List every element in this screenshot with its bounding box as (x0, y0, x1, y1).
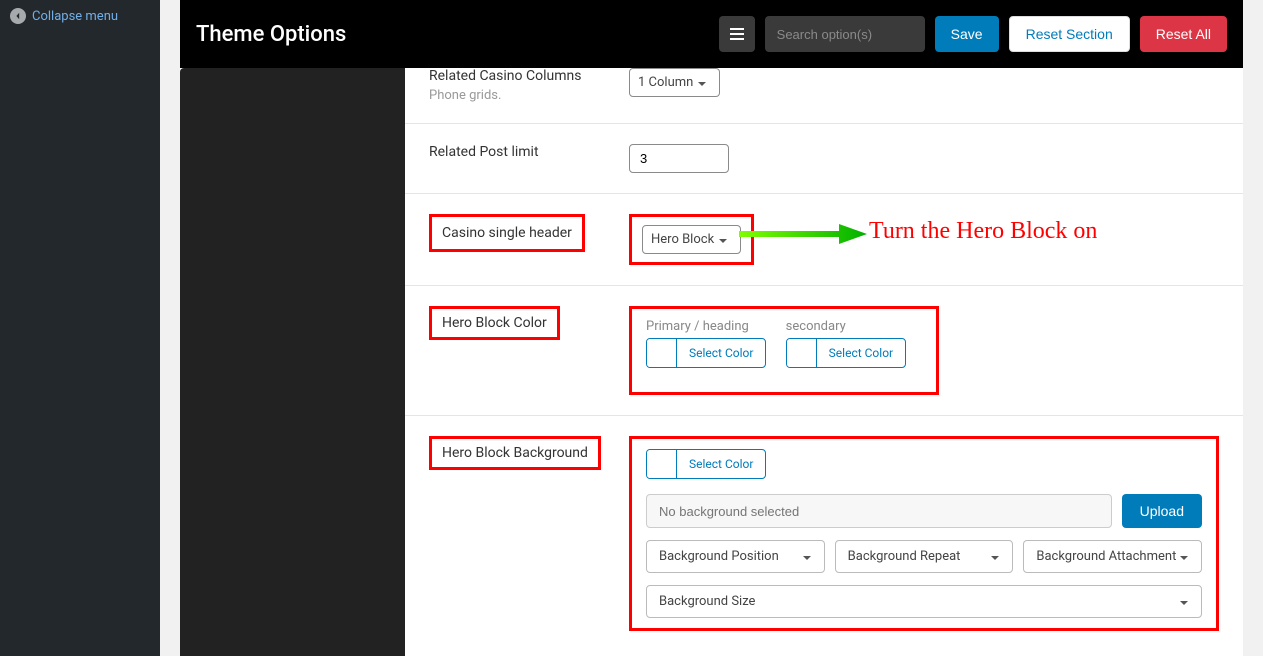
hero-color-secondary-picker[interactable]: Select Color (786, 338, 906, 368)
hero-color-primary-picker[interactable]: Select Color (646, 338, 766, 368)
hero-bg-file-input[interactable] (646, 494, 1112, 528)
bg-size-label: Background Size (659, 594, 755, 609)
bg-repeat-select[interactable]: Background Repeat (835, 540, 1014, 573)
bg-size-select[interactable]: Background Size (646, 585, 1202, 618)
color-swatch (787, 339, 817, 367)
panel-title: Theme Options (196, 22, 346, 47)
bg-position-label: Background Position (659, 549, 779, 564)
select-color-text: Select Color (817, 339, 905, 367)
hero-bg-color-picker[interactable]: Select Color (646, 449, 766, 479)
chevron-down-icon (697, 78, 707, 88)
chevron-down-icon (1179, 552, 1189, 562)
option-row-single-header: Casino single header Hero Block (405, 194, 1243, 286)
collapse-icon (10, 8, 26, 24)
collapse-menu-label: Collapse menu (32, 9, 118, 24)
expand-panel-button[interactable] (719, 16, 755, 52)
related-columns-select[interactable]: 1 Column (629, 68, 720, 97)
panel-sidebar (180, 68, 405, 656)
post-limit-input[interactable] (629, 144, 729, 173)
bg-attachment-select[interactable]: Background Attachment (1023, 540, 1202, 573)
chevron-down-icon (802, 552, 812, 562)
reset-section-button[interactable]: Reset Section (1009, 16, 1130, 52)
search-input[interactable] (765, 16, 925, 52)
panel-header: Theme Options Save Reset Section Reset A… (180, 0, 1243, 68)
hero-bg-label: Hero Block Background (442, 445, 588, 461)
chevron-down-icon (990, 552, 1000, 562)
save-button[interactable]: Save (935, 16, 999, 52)
related-columns-label: Related Casino Columns (429, 68, 581, 84)
annotation-arrow (739, 222, 869, 246)
option-row-hero-color: Hero Block Color Primary / heading Selec… (405, 286, 1243, 416)
hero-color-label: Hero Block Color (442, 315, 547, 331)
chevron-down-icon (718, 235, 728, 245)
select-color-text: Select Color (677, 339, 765, 367)
post-limit-label: Related Post limit (429, 144, 539, 160)
reset-all-button[interactable]: Reset All (1140, 16, 1227, 52)
annotation-text: Turn the Hero Block on (869, 218, 1097, 245)
color-swatch (647, 450, 677, 478)
select-color-text: Select Color (677, 450, 765, 478)
bg-repeat-label: Background Repeat (848, 549, 961, 564)
related-columns-sublabel: Phone grids. (429, 88, 629, 103)
collapse-menu-button[interactable]: Collapse menu (0, 0, 160, 32)
single-header-select[interactable]: Hero Block (642, 225, 741, 254)
hero-color-primary-label: Primary / heading (646, 319, 766, 334)
chevron-down-icon (1179, 597, 1189, 607)
upload-button[interactable]: Upload (1122, 494, 1202, 528)
bg-position-select[interactable]: Background Position (646, 540, 825, 573)
single-header-value: Hero Block (651, 232, 714, 247)
related-columns-value: 1 Column (638, 75, 693, 90)
hero-color-secondary-label: secondary (786, 319, 906, 334)
color-swatch (647, 339, 677, 367)
single-header-label: Casino single header (442, 225, 572, 241)
option-row-related-columns: Related Casino Columns Phone grids. 1 Co… (405, 68, 1243, 124)
bg-attachment-label: Background Attachment (1036, 549, 1176, 564)
option-row-post-limit: Related Post limit (405, 124, 1243, 194)
option-row-hero-bg: Hero Block Background Select Color Uploa… (405, 416, 1243, 651)
